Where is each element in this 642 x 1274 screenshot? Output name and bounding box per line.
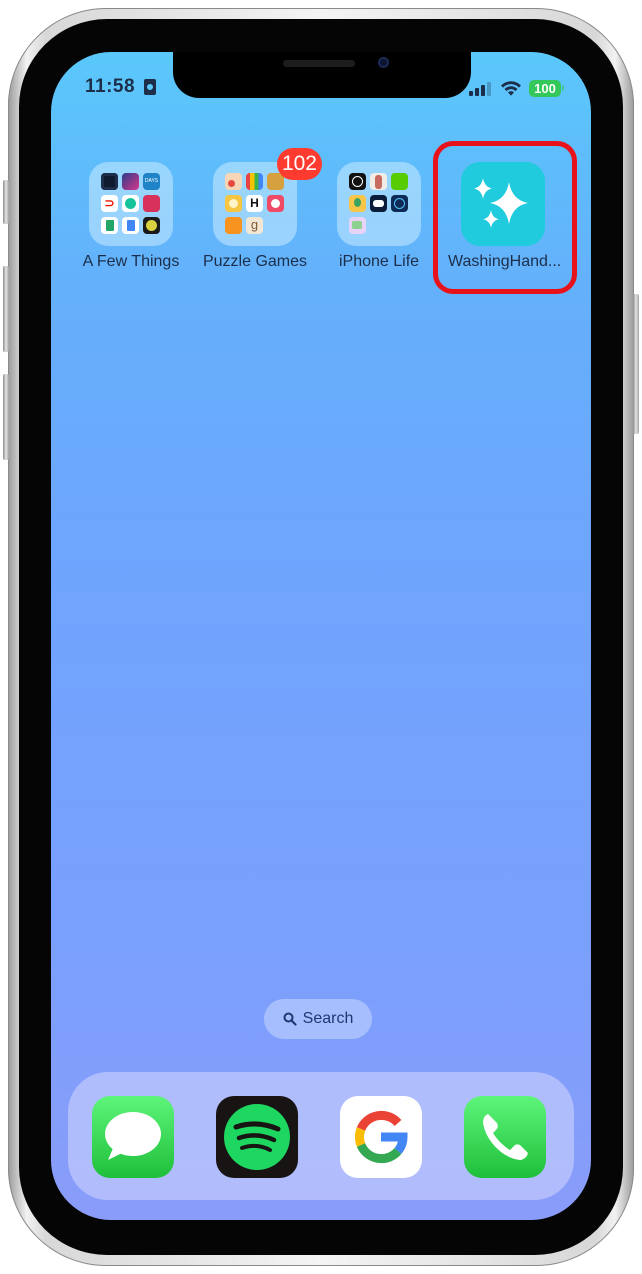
front-camera xyxy=(378,57,389,68)
google-docs-icon xyxy=(122,217,139,234)
folder-a-few-things[interactable]: DAYS ⊃ A Few Things xyxy=(76,162,186,271)
robot-app-icon xyxy=(370,195,387,212)
google-icon[interactable] xyxy=(340,1096,422,1178)
folder-icon xyxy=(337,162,421,246)
g-game-icon: g xyxy=(246,217,263,234)
spotify-icon[interactable] xyxy=(216,1096,298,1178)
google-sheets-icon xyxy=(101,217,118,234)
maps-pin-icon xyxy=(349,195,366,212)
side-button xyxy=(633,294,639,434)
notification-badge: 102 xyxy=(276,148,322,180)
airmail-icon xyxy=(143,195,160,212)
search-button[interactable]: Search xyxy=(264,999,372,1039)
h-app-icon: H xyxy=(246,195,263,212)
id-card-icon xyxy=(144,79,156,95)
battery-nub xyxy=(562,85,564,91)
app-label: Puzzle Games xyxy=(202,253,308,270)
app-label: iPhone Life xyxy=(338,253,420,270)
notch xyxy=(173,52,471,98)
battery-indicator: 100 xyxy=(529,80,561,97)
bee-game-icon xyxy=(225,195,242,212)
pcalc-icon xyxy=(143,217,160,234)
tomato-icon xyxy=(267,195,284,212)
folder-puzzle-games[interactable]: H g 102 Puzzle Games xyxy=(200,148,322,271)
screen-time-icon xyxy=(101,173,118,190)
action-button xyxy=(3,180,9,224)
shortcuts-icon xyxy=(122,173,139,190)
highlight-box xyxy=(433,141,577,294)
folder-icon: DAYS ⊃ xyxy=(89,162,173,246)
wifi-icon xyxy=(501,81,521,96)
anatomy-app-icon xyxy=(370,173,387,190)
cellular-signal-icon xyxy=(469,82,491,96)
home-screen: 11:58 100 DAYS ⊃ A Few Things H g 102 Pu… xyxy=(51,52,591,1220)
duolingo-icon xyxy=(391,173,408,190)
chat-app-icon xyxy=(349,217,366,234)
two-dots-icon xyxy=(225,173,242,190)
grammarly-icon xyxy=(122,195,139,212)
app-label: A Few Things xyxy=(82,253,180,270)
folder-iphone-life[interactable]: iPhone Life xyxy=(324,162,434,271)
globe-app-icon xyxy=(349,173,366,190)
search-label: Search xyxy=(302,1010,354,1027)
dock xyxy=(68,1072,574,1200)
volume-down-button xyxy=(3,374,9,460)
doordash-icon: ⊃ xyxy=(101,195,118,212)
volume-up-button xyxy=(3,266,9,352)
phone-icon[interactable] xyxy=(464,1096,546,1178)
messages-icon[interactable] xyxy=(92,1096,174,1178)
color-sort-icon xyxy=(246,173,263,190)
orange-game-icon xyxy=(225,217,242,234)
days-icon: DAYS xyxy=(143,173,160,190)
speaker xyxy=(283,60,355,67)
search-icon xyxy=(283,1012,297,1026)
status-time: 11:58 xyxy=(85,76,136,97)
refresh-app-icon xyxy=(391,195,408,212)
